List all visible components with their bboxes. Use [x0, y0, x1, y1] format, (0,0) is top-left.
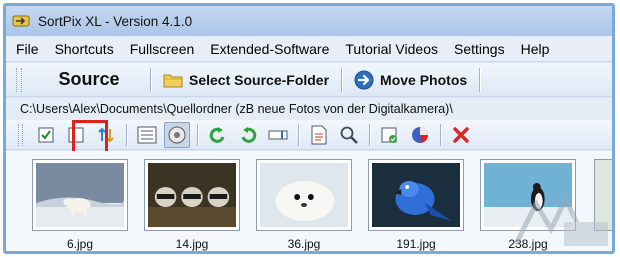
document-icon [311, 125, 327, 144]
thumbnail-blue-parrot[interactable] [368, 159, 464, 231]
separator [479, 67, 481, 92]
thumbnail-caption: 14.jpg [175, 237, 209, 251]
rotate-right-button[interactable] [235, 122, 261, 148]
thumbnail-view-button[interactable] [164, 121, 190, 148]
list-view-button[interactable] [134, 122, 160, 148]
source-path: C:\Users\Alex\Documents\Quellordner (zB … [6, 98, 612, 120]
slideshow-button[interactable] [407, 122, 433, 148]
separator [150, 67, 151, 92]
arrow-right-circle-icon [354, 70, 374, 89]
select-source-folder-button[interactable]: Select Source-Folder [157, 66, 335, 94]
watermark-logo [513, 193, 608, 246]
search-icon [340, 126, 358, 144]
delete-x-icon [453, 126, 469, 143]
thumbnail-raccoons[interactable] [144, 159, 240, 231]
checkbox-checked-icon [38, 127, 54, 142]
menu-tutorial-videos[interactable]: Tutorial Videos [337, 41, 446, 57]
speaker-icon [168, 126, 186, 143]
menu-fullscreen[interactable]: Fullscreen [122, 41, 203, 57]
menu-bar: File Shortcuts Fullscreen Extended-Softw… [6, 36, 612, 62]
properties-button[interactable] [306, 122, 332, 148]
search-button[interactable] [336, 122, 362, 148]
edit-icon [381, 127, 397, 143]
select-all-button[interactable] [33, 122, 59, 148]
toolbar-grip[interactable] [16, 67, 22, 92]
move-photos-label: Move Photos [380, 71, 468, 88]
folder-icon [163, 74, 183, 87]
rename-icon [268, 130, 288, 139]
polar-bear-image [36, 163, 124, 227]
menu-file[interactable]: File [6, 41, 47, 57]
source-label: Source [58, 69, 120, 89]
menu-shortcuts[interactable]: Shortcuts [47, 41, 122, 57]
menu-help[interactable]: Help [513, 41, 558, 57]
delete-button[interactable] [448, 122, 474, 148]
move-photos-button[interactable]: Move Photos [348, 66, 473, 94]
rotate-right-icon [241, 126, 257, 143]
thumbnail-caption: 36.jpg [287, 237, 321, 251]
window-title: SortPix XL - Version 4.1.0 [38, 13, 193, 29]
rotate-left-button[interactable] [205, 122, 231, 148]
thumbnail-caption: 191.jpg [396, 237, 436, 251]
app-window: SortPix XL - Version 4.1.0 File Shortcut… [3, 3, 615, 254]
list-view-icon [137, 126, 157, 143]
blue-parrot-image [372, 163, 460, 227]
separator [369, 123, 370, 146]
select-source-folder-label: Select Source-Folder [189, 71, 330, 88]
app-icon [12, 15, 30, 27]
title-bar: SortPix XL - Version 4.1.0 [6, 6, 612, 36]
toolbar-grip[interactable] [18, 123, 23, 146]
seal-pup-image [260, 163, 348, 227]
highlight-box [72, 120, 108, 154]
rotate-left-icon [209, 126, 225, 143]
thumbnail-caption: 6.jpg [66, 237, 94, 251]
thumbnail-seal-pup[interactable] [256, 159, 352, 231]
rename-button[interactable] [265, 122, 291, 148]
pie-chart-icon [412, 126, 429, 143]
separator [126, 123, 127, 146]
main-action-bar: Source Select Source-Folder Move Photos [6, 63, 612, 97]
separator [197, 123, 198, 146]
raccoons-image [148, 163, 236, 227]
menu-extended-software[interactable]: Extended-Software [202, 41, 337, 57]
separator [341, 67, 343, 92]
menu-settings[interactable]: Settings [446, 41, 513, 57]
separator [298, 123, 299, 146]
thumbnail-polar-bear[interactable] [32, 159, 128, 231]
edit-button[interactable] [377, 122, 403, 148]
separator [440, 123, 441, 146]
